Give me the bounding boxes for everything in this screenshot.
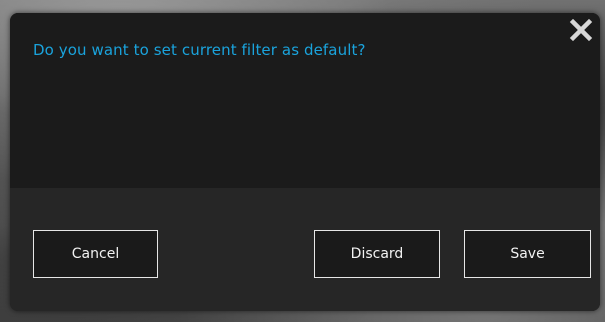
cancel-button[interactable]: Cancel <box>33 230 158 278</box>
close-button[interactable] <box>568 17 594 43</box>
discard-button[interactable]: Discard <box>314 230 440 278</box>
dialog-message: Do you want to set current filter as def… <box>33 41 366 59</box>
save-button-label: Save <box>510 246 545 262</box>
dialog-body: Do you want to set current filter as def… <box>10 13 600 188</box>
cancel-button-label: Cancel <box>71 246 120 262</box>
close-icon <box>569 18 593 42</box>
save-button[interactable]: Save <box>464 230 591 278</box>
discard-button-label: Discard <box>350 246 404 262</box>
set-default-filter-dialog: Do you want to set current filter as def… <box>10 13 600 311</box>
